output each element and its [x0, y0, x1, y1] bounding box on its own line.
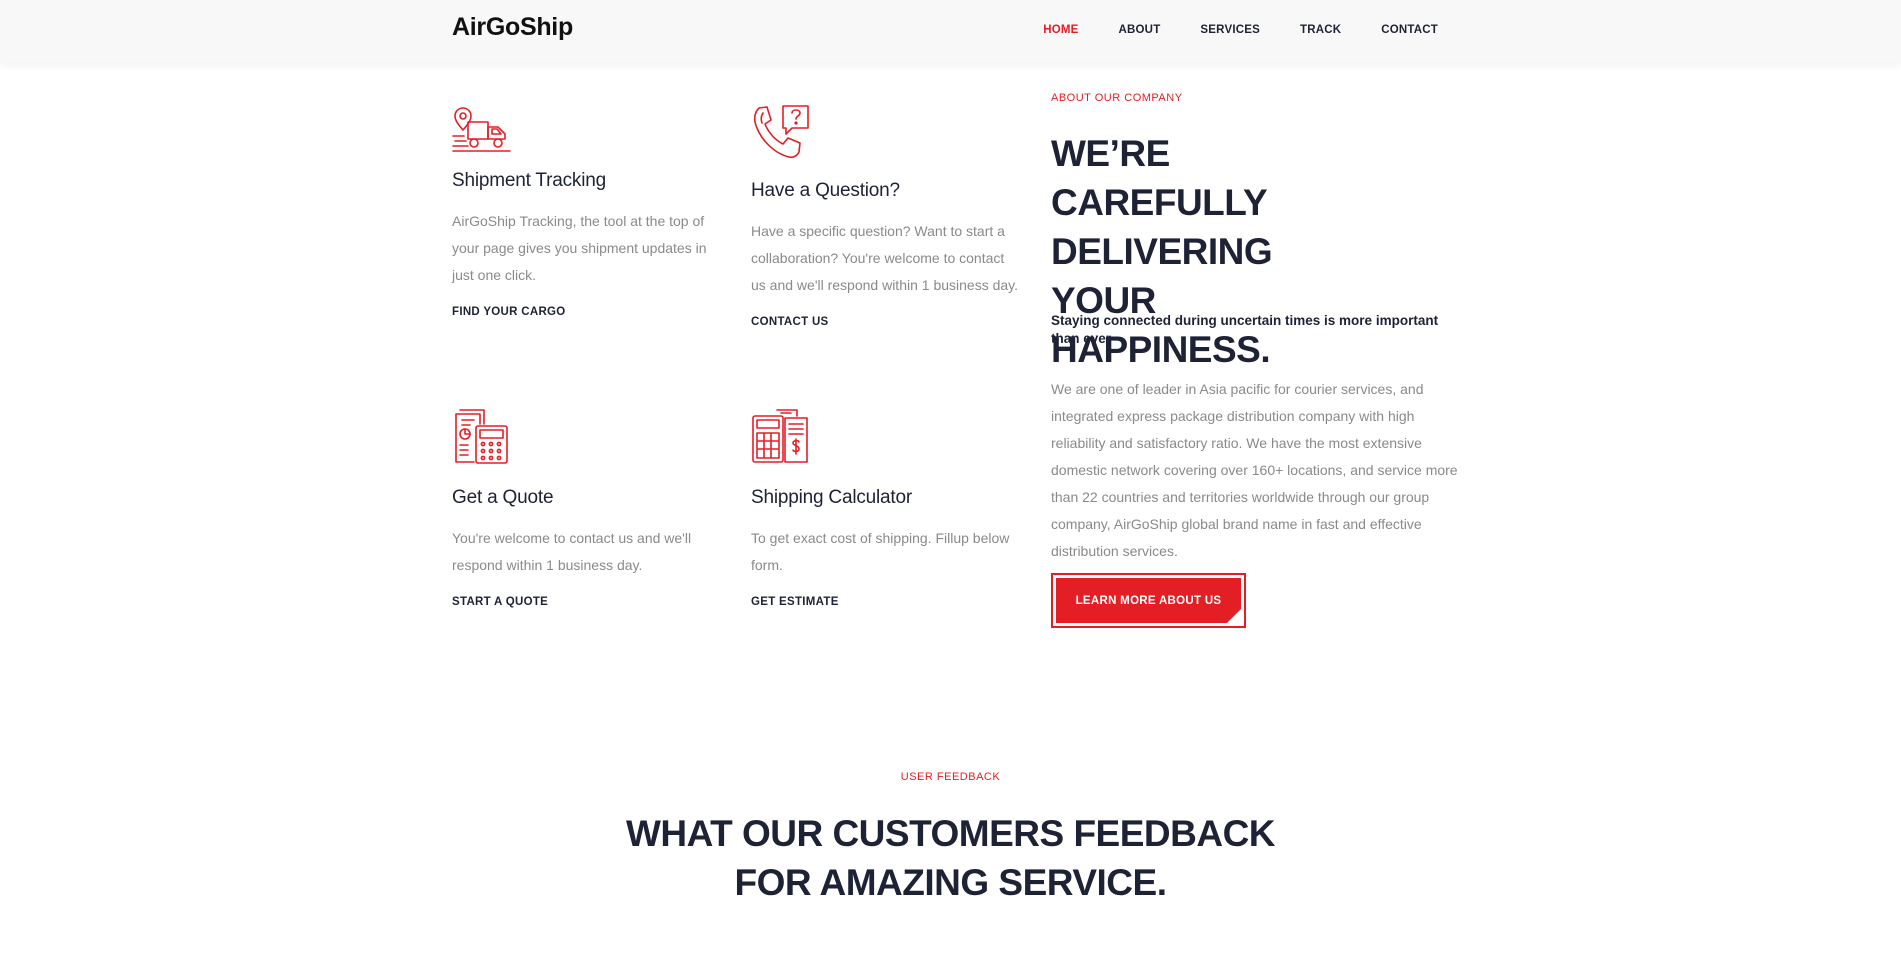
service-title: Have a Question?	[751, 180, 900, 201]
service-have-a-question: Have a Question? Have a specific questio…	[751, 104, 1021, 330]
service-title: Shipment Tracking	[452, 170, 606, 191]
about-subtitle: Staying connected during uncertain times…	[1051, 313, 1439, 346]
service-shipping-calculator: Shipping Calculator To get exact cost of…	[751, 408, 1021, 610]
service-title: Get a Quote	[452, 487, 554, 508]
nav-contact[interactable]: CONTACT	[1381, 24, 1438, 36]
feedback-title: WHAT OUR CUSTOMERS FEEDBACK FOR AMAZING …	[0, 809, 1901, 907]
site-logo[interactable]: AirGoShip	[452, 13, 573, 42]
about-eyebrow: ABOUT OUR COMPANY	[1051, 92, 1183, 104]
shipping-calculator-icon	[752, 409, 808, 463]
quote-calculator-icon	[455, 409, 508, 464]
about-body: We are one of leader in Asia pacific for…	[1051, 381, 1458, 559]
start-a-quote-link[interactable]: START A QUOTE	[452, 596, 548, 608]
nav-home[interactable]: HOME	[1043, 24, 1078, 36]
find-your-cargo-link[interactable]: FIND YOUR CARGO	[452, 306, 566, 318]
learn-more-about-us-button[interactable]: LEARN MORE ABOUT US	[1056, 578, 1241, 623]
service-text: You're welcome to contact us and we'll r…	[452, 530, 692, 573]
service-text: AirGoShip Tracking, the tool at the top …	[452, 213, 707, 283]
get-estimate-link[interactable]: GET ESTIMATE	[751, 596, 839, 608]
nav-track[interactable]: TRACK	[1300, 24, 1341, 36]
service-title: Shipping Calculator	[751, 487, 912, 508]
learn-more-button-frame: LEARN MORE ABOUT US	[1051, 573, 1246, 628]
nav-about[interactable]: ABOUT	[1119, 24, 1161, 36]
button-label: LEARN MORE ABOUT US	[1075, 594, 1222, 607]
service-get-a-quote: Get a Quote You're welcome to contact us…	[452, 408, 722, 610]
service-text: To get exact cost of shipping. Fillup be…	[751, 530, 1010, 573]
site-header: AirGoShip HOME ABOUT SERVICES TRACK CONT…	[0, 0, 1901, 63]
truck-location-icon	[452, 107, 511, 152]
contact-us-link[interactable]: CONTACT US	[751, 316, 829, 328]
phone-question-icon	[753, 105, 809, 159]
feedback-eyebrow: USER FEEDBACK	[900, 771, 1001, 783]
service-text: Have a specific question? Want to start …	[751, 223, 1019, 293]
nav-services[interactable]: SERVICES	[1200, 24, 1260, 36]
feedback-title-line-2: FOR AMAZING SERVICE.	[734, 862, 1167, 903]
feedback-title-line-1: WHAT OUR CUSTOMERS FEEDBACK	[625, 813, 1276, 854]
corner-triangle-icon	[1227, 609, 1241, 623]
service-shipment-tracking: Shipment Tracking AirGoShip Tracking, th…	[452, 103, 722, 320]
main-nav: HOME ABOUT SERVICES TRACK CONTACT	[1003, 24, 1438, 36]
